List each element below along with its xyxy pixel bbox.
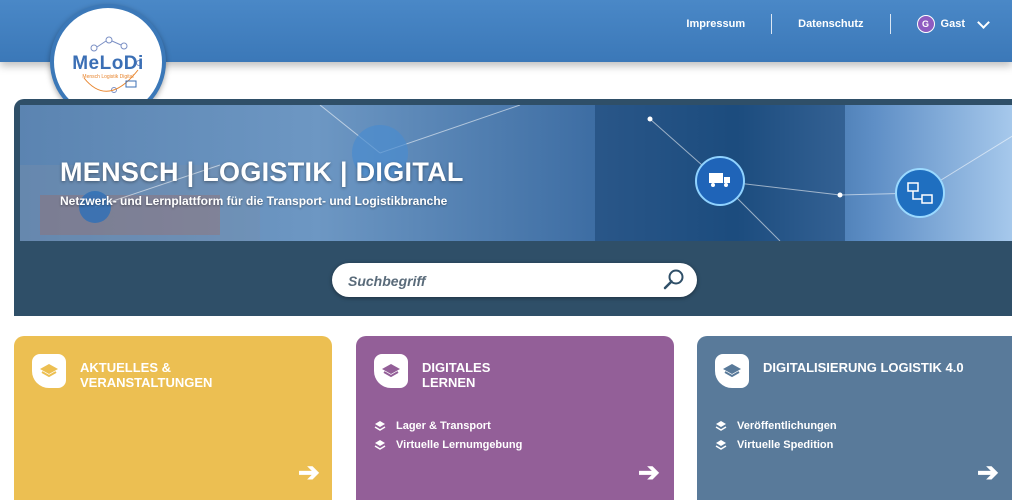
chevron-down-icon xyxy=(977,15,990,29)
layers-icon xyxy=(715,354,749,388)
card-link-label: Lager & Transport xyxy=(396,419,491,432)
user-menu[interactable]: G Gast xyxy=(891,15,990,33)
card-link-list: Lager & Transport Virtuelle Lernumgebung xyxy=(374,416,522,454)
layers-icon xyxy=(32,354,66,388)
user-name: Gast xyxy=(940,18,965,30)
layers-icon xyxy=(374,439,386,450)
layers-icon xyxy=(715,439,727,450)
card-link-list: Veröffentlichungen Virtuelle Spedition xyxy=(715,416,837,454)
logo-wordmark: MeLoDi xyxy=(72,53,144,74)
card-digitales-lernen[interactable]: DIGITALES LERNEN Lager & Transport Virtu… xyxy=(356,336,674,500)
card-link[interactable]: Lager & Transport xyxy=(374,416,522,435)
card-link-label: Virtuelle Spedition xyxy=(737,438,834,451)
card-title: AKTUELLES & VERANSTALTUNGEN xyxy=(80,360,212,390)
card-title-line: AKTUELLES & xyxy=(80,360,171,375)
card-link[interactable]: Veröffentlichungen xyxy=(715,416,837,435)
card-aktuelles[interactable]: AKTUELLES & VERANSTALTUNGEN ➔ xyxy=(14,336,332,500)
search-bar xyxy=(332,263,697,297)
top-nav: Impressum Datenschutz G Gast xyxy=(660,0,990,48)
search-input[interactable] xyxy=(346,270,650,292)
card-digitalisierung-logistik[interactable]: DIGITALISIERUNG LOGISTIK 4.0 Veröffentli… xyxy=(697,336,1012,500)
card-title: DIGITALES LERNEN xyxy=(422,360,490,390)
hero-panel: MENSCH | LOGISTIK | DIGITAL Netzwerk- un… xyxy=(14,99,1012,316)
hero-banner: MENSCH | LOGISTIK | DIGITAL Netzwerk- un… xyxy=(20,105,1012,241)
card-link-label: Virtuelle Lernumgebung xyxy=(396,438,523,451)
nav-link-impressum[interactable]: Impressum xyxy=(660,18,771,30)
arrow-right-icon[interactable]: ➔ xyxy=(638,457,660,488)
logo-tagline: Mensch Logistik Digital xyxy=(82,74,134,80)
hero-title: MENSCH | LOGISTIK | DIGITAL xyxy=(60,157,464,187)
arrow-right-icon[interactable]: ➔ xyxy=(977,457,999,488)
card-link[interactable]: Virtuelle Lernumgebung xyxy=(374,435,522,454)
layers-icon xyxy=(715,420,727,431)
card-link-label: Veröffentlichungen xyxy=(737,419,837,432)
card-title-line: VERANSTALTUNGEN xyxy=(80,375,213,390)
card-title: DIGITALISIERUNG LOGISTIK 4.0 xyxy=(763,360,964,375)
layers-icon xyxy=(374,354,408,388)
card-title-line: LERNEN xyxy=(422,375,476,390)
search-icon[interactable] xyxy=(661,267,687,293)
arrow-right-icon[interactable]: ➔ xyxy=(298,457,320,488)
layers-icon xyxy=(374,420,386,431)
hero-subtitle: Netzwerk- und Lernplattform für die Tran… xyxy=(60,194,448,208)
user-avatar: G xyxy=(916,15,935,33)
nav-link-datenschutz[interactable]: Datenschutz xyxy=(772,18,889,30)
card-title-line: DIGITALES xyxy=(422,360,491,375)
card-title-line: DIGITALISIERUNG LOGISTIK 4.0 xyxy=(763,360,964,375)
card-link[interactable]: Virtuelle Spedition xyxy=(715,435,837,454)
